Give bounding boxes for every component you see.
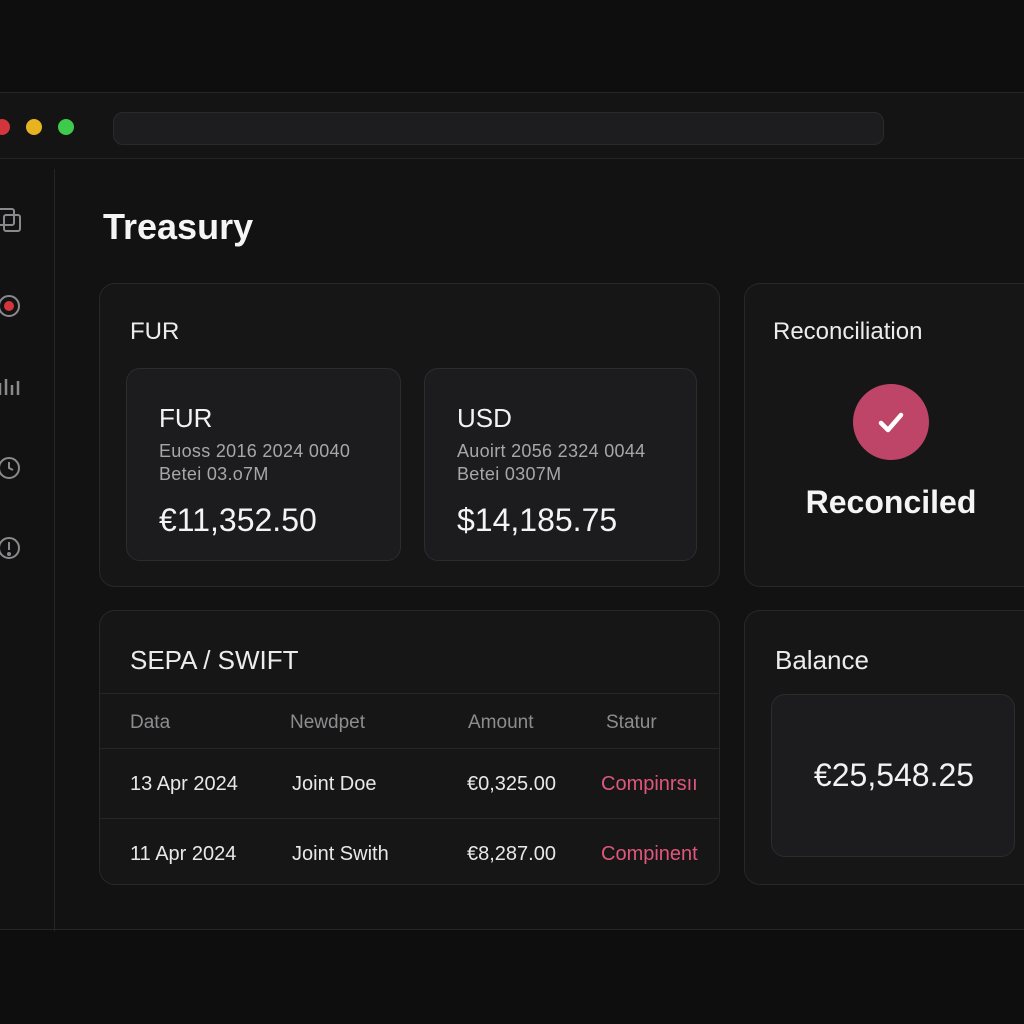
row-name: Joint Swith	[292, 843, 389, 865]
table-row[interactable]: 11 Apr 2024 Joint Swith €8,287.00 Compin…	[100, 819, 720, 889]
row-date: 13 Apr 2024	[130, 773, 238, 795]
account-amount: €11,352.50	[159, 502, 317, 538]
account-number: Auoirt 2056 2324 0044	[457, 441, 646, 461]
minimize-window-button[interactable]	[26, 119, 42, 135]
bar-chart-icon[interactable]	[0, 371, 24, 401]
layers-icon[interactable]	[0, 205, 24, 235]
payments-title: SEPA / SWIFT	[130, 645, 299, 675]
column-header-date[interactable]: Data	[130, 712, 170, 734]
column-header-status[interactable]: Statur	[606, 712, 657, 734]
balance-box: €25,548.25	[771, 694, 1015, 857]
account-currency-code: USD	[457, 403, 512, 433]
column-header-name[interactable]: Newdpet	[290, 712, 365, 734]
balance-card: Balance €25,548.25	[744, 610, 1024, 885]
target-icon[interactable]	[0, 291, 24, 321]
account-detail: Betei 0307M	[457, 464, 562, 484]
currencies-card-title: FUR	[130, 318, 180, 345]
sidebar	[0, 169, 55, 931]
table-row[interactable]: 13 Apr 2024 Joint Doe €0,325.00 Compinrs…	[100, 749, 720, 819]
reconciliation-card: Reconciliation Reconciled	[744, 283, 1024, 587]
check-icon	[853, 384, 929, 460]
address-bar[interactable]	[113, 112, 884, 145]
table-header: Data Newdpet Amount Statur	[100, 693, 720, 749]
row-date: 11 Apr 2024	[130, 843, 237, 865]
history-icon[interactable]	[0, 453, 24, 483]
row-name: Joint Doe	[292, 773, 377, 795]
row-status: Compinent	[601, 843, 698, 865]
account-detail: Betei 03.o7M	[159, 464, 269, 484]
account-amount: $14,185.75	[457, 502, 618, 538]
balance-title: Balance	[775, 645, 869, 675]
info-icon[interactable]	[0, 533, 24, 563]
close-window-button[interactable]	[0, 119, 10, 135]
reconciliation-title: Reconciliation	[773, 318, 923, 345]
row-amount: €0,325.00	[467, 773, 556, 795]
title-bar	[0, 93, 1024, 159]
account-currency-code: FUR	[159, 403, 213, 433]
page-title: Treasury	[103, 206, 254, 247]
row-amount: €8,287.00	[467, 843, 556, 865]
account-card-usd[interactable]: USD Auoirt 2056 2324 0044 Betei 0307M $1…	[424, 368, 697, 561]
maximize-window-button[interactable]	[58, 119, 74, 135]
reconciliation-status: Reconciled	[805, 484, 977, 520]
account-number: Euoss 2016 2024 0040	[159, 441, 351, 461]
currencies-card: FUR FUR Euoss 2016 2024 0040 Betei 03.o7…	[99, 283, 720, 587]
column-header-amount[interactable]: Amount	[468, 712, 533, 734]
payments-card: SEPA / SWIFT Data Newdpet Amount Statur …	[99, 610, 720, 885]
account-card-eur[interactable]: FUR Euoss 2016 2024 0040 Betei 03.o7M €1…	[126, 368, 401, 561]
balance-amount: €25,548.25	[813, 757, 975, 793]
row-status: Compinrsıı	[601, 773, 698, 795]
